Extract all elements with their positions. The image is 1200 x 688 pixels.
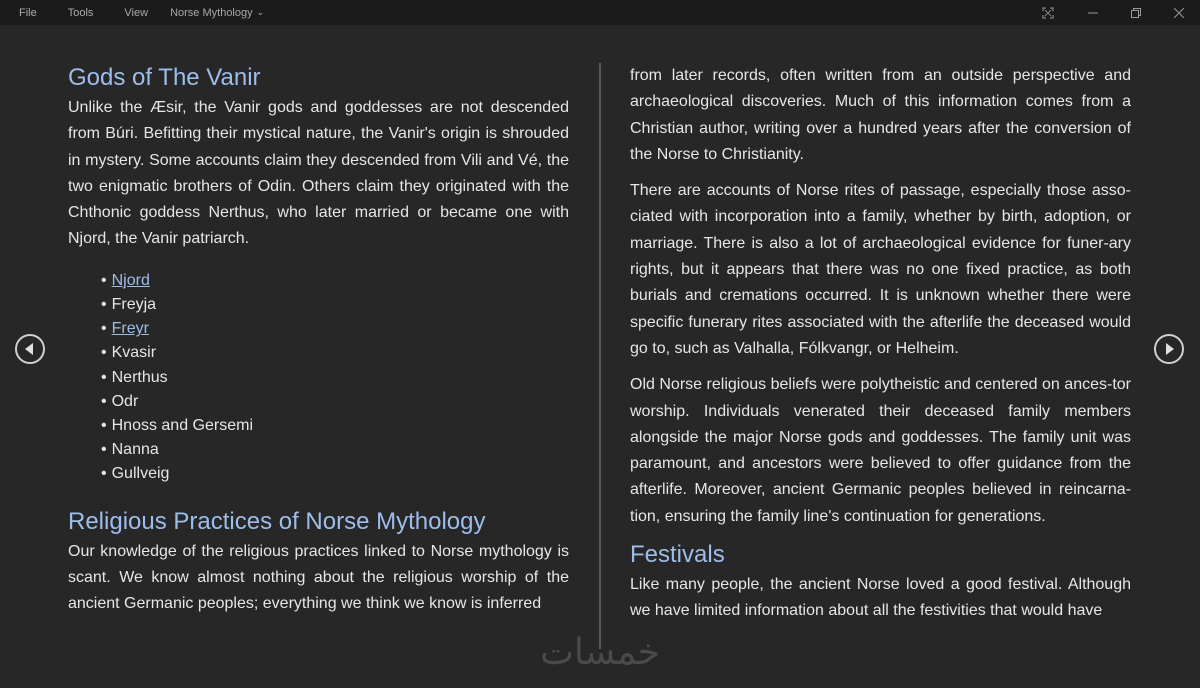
list-item: Kvasir xyxy=(101,341,569,365)
heading-religious-practices: Religious Practices of Norse Mythology xyxy=(68,507,486,535)
list-item[interactable]: Freyr xyxy=(101,317,569,341)
minimize-icon[interactable] xyxy=(1071,0,1114,25)
next-page-icon xyxy=(1166,343,1174,355)
menu-tools[interactable]: Tools xyxy=(68,7,94,19)
paragraph-festivals: Like many people, the ancient Norse love… xyxy=(630,576,1131,620)
list-item: Freyja xyxy=(101,293,569,317)
restore-icon[interactable] xyxy=(1114,0,1157,25)
chevron-down-icon: ⌄ xyxy=(256,7,265,17)
heading-gods-of-vanir: Gods of The Vanir xyxy=(68,64,261,91)
window-controls xyxy=(1026,0,1200,25)
link-freyr[interactable]: Freyr xyxy=(112,320,149,337)
close-icon[interactable] xyxy=(1157,0,1200,25)
list-item: Nerthus xyxy=(101,366,569,390)
paragraph-vanir-origin: Unlike the Æsir, the Vanir gods and godd… xyxy=(68,99,569,248)
column-divider xyxy=(599,63,601,649)
list-item: Nanna xyxy=(101,438,569,462)
paragraph-beliefs: Old Norse religious beliefs were polythe… xyxy=(630,376,1131,525)
menu-file[interactable]: File xyxy=(19,7,37,19)
heading-festivals: Festivals xyxy=(630,541,725,569)
vanir-gods-list: Njord Freyja Freyr Kvasir Nerthus Odr Hn… xyxy=(101,269,569,487)
list-item: Gullveig xyxy=(101,462,569,486)
paragraph-records: from later records, often written from a… xyxy=(630,67,1131,163)
list-item: Odr xyxy=(101,390,569,414)
list-item: Hnoss and Gersemi xyxy=(101,414,569,438)
reader-page: Gods of The Vanir Unlike the Æsir, the V… xyxy=(0,25,1200,688)
watermark: خمسات xyxy=(539,632,661,673)
paragraph-religious-knowledge: Our knowledge of the religious practices… xyxy=(68,542,569,613)
right-column: from later records, often written from a… xyxy=(630,63,1131,635)
next-page-button[interactable] xyxy=(1154,334,1184,364)
left-column: Gods of The Vanir Unlike the Æsir, the V… xyxy=(68,63,569,628)
menu-view[interactable]: View xyxy=(124,7,148,19)
menu-bar: File Tools View Norse Mythology ⌄ xyxy=(0,0,1200,25)
document-title-dropdown[interactable]: Norse Mythology ⌄ xyxy=(170,7,264,19)
list-item[interactable]: Njord xyxy=(101,269,569,293)
previous-page-icon xyxy=(25,343,33,355)
paragraph-rites-of-passage: There are accounts of Norse rites of pas… xyxy=(630,182,1131,357)
document-title: Norse Mythology xyxy=(170,6,253,19)
link-njord[interactable]: Njord xyxy=(112,272,150,289)
previous-page-button[interactable] xyxy=(15,334,45,364)
fullscreen-icon[interactable] xyxy=(1026,0,1069,25)
